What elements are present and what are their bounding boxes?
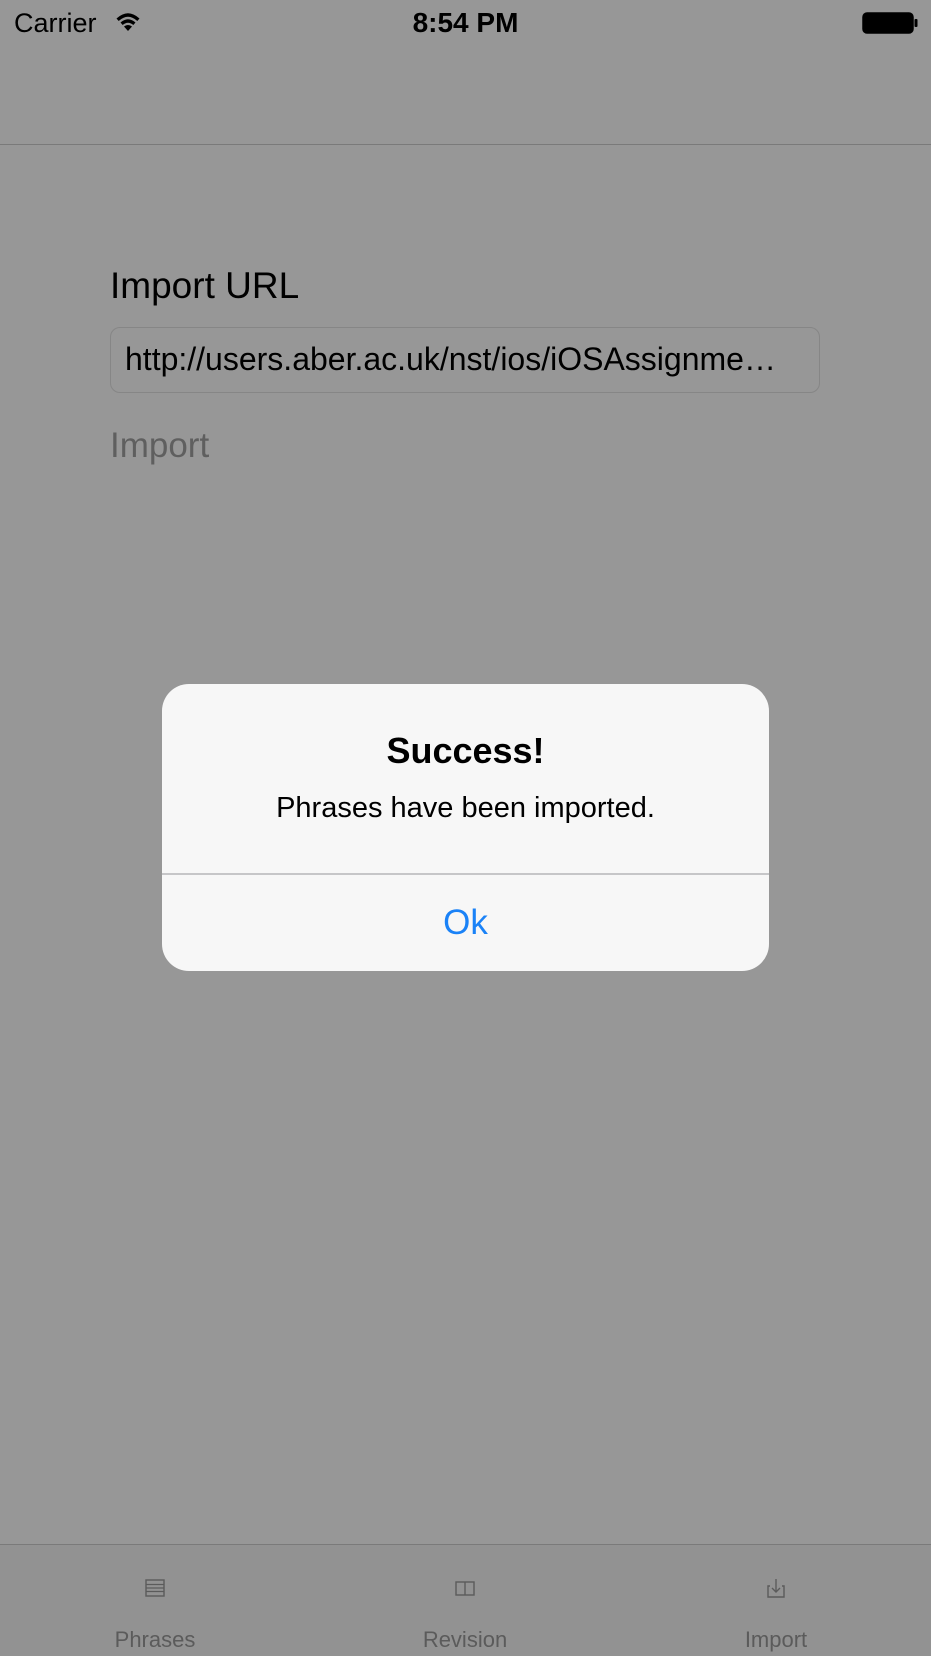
navigation-bar	[0, 46, 931, 145]
tab-import-label: Import	[744, 1627, 808, 1652]
book-icon	[455, 1581, 475, 1596]
ok-button[interactable]: Ok	[162, 874, 769, 971]
download-icon	[767, 1579, 785, 1598]
tab-import[interactable]: Import	[621, 1545, 931, 1656]
import-url-label: Import URL	[110, 265, 300, 306]
tab-phrases[interactable]: Phrases	[0, 1545, 310, 1656]
battery-icon	[862, 12, 918, 34]
tab-revision-label: Revision	[422, 1627, 508, 1652]
import-button[interactable]: Import	[110, 424, 209, 468]
alert-title: Success!	[386, 730, 545, 771]
alert-message: Phrases have been imported.	[276, 792, 655, 824]
list-icon	[145, 1579, 165, 1597]
tab-bar: Phrases Revision Import	[0, 1544, 931, 1656]
tab-revision[interactable]: Revision	[310, 1545, 620, 1656]
success-alert: Success! Phrases have been imported. Ok	[162, 684, 769, 971]
status-bar: Carrier 8:54 PM	[0, 0, 931, 46]
tab-phrases-label: Phrases	[114, 1627, 196, 1652]
url-input[interactable]: http://users.aber.ac.uk/nst/ios/iOSAssig…	[110, 327, 820, 393]
clock: 8:54 PM	[412, 7, 519, 38]
screen: Carrier 8:54 PM Import URL http://users.…	[0, 0, 931, 1656]
